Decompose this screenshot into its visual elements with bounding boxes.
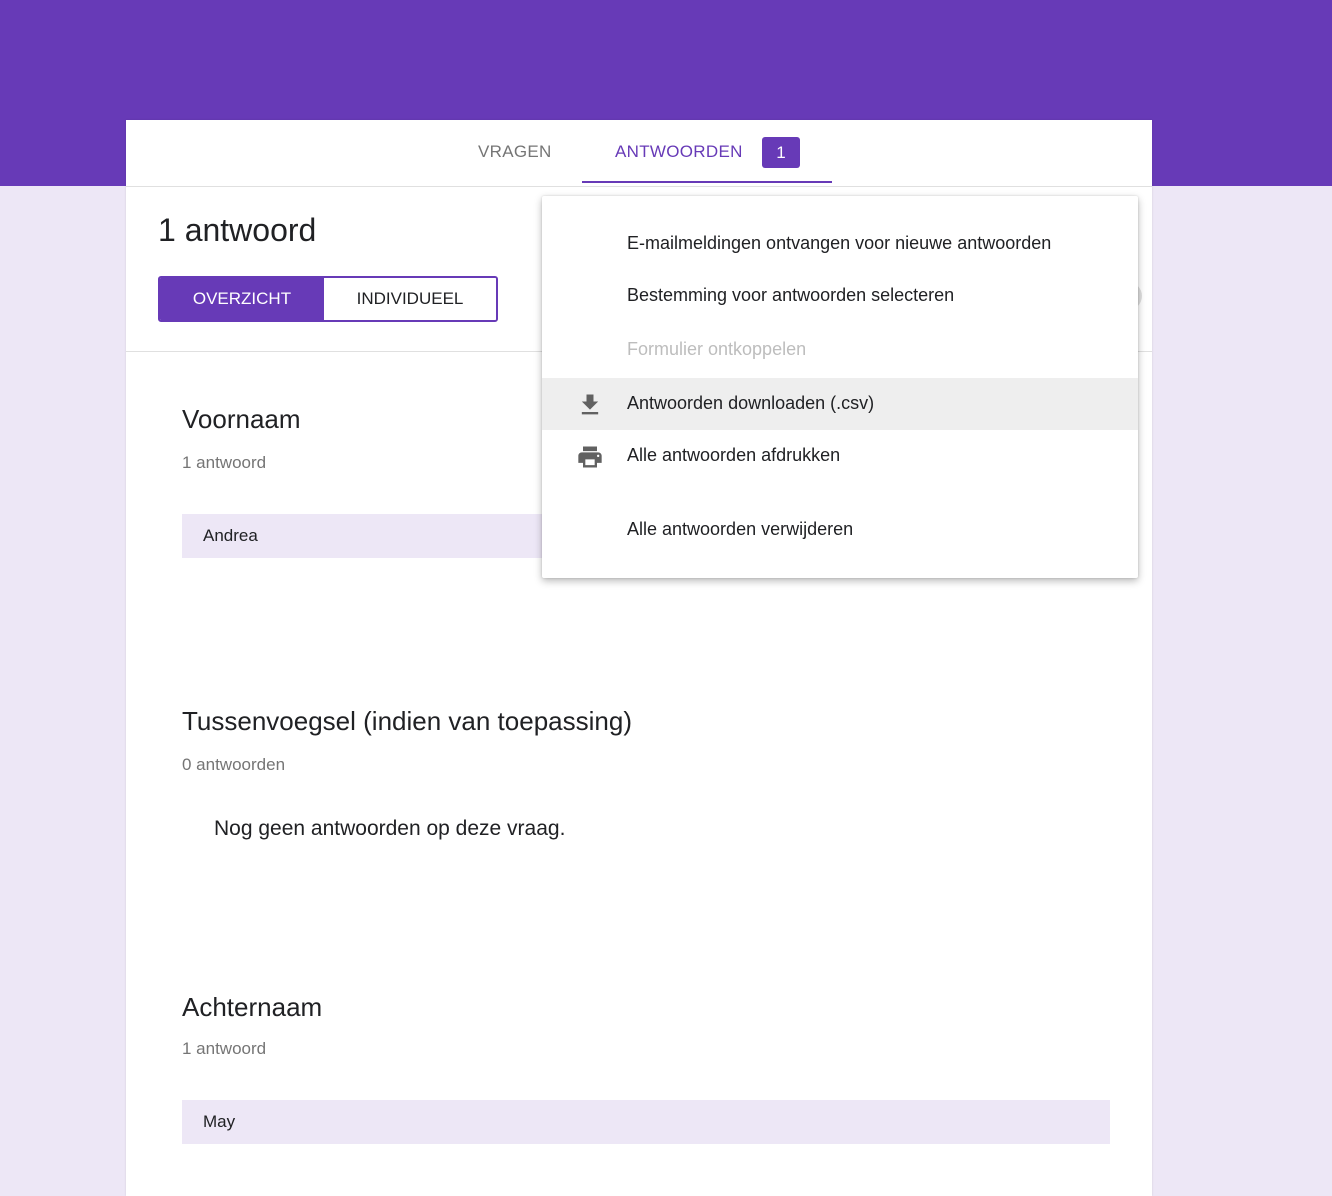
menu-item-unlink-form: Formulier ontkoppelen	[542, 324, 1138, 376]
menu-item-email-notifications[interactable]: E-mailmeldingen ontvangen voor nieuwe an…	[542, 218, 1138, 270]
question-title: Voornaam	[182, 404, 301, 434]
menu-item-download-csv[interactable]: Antwoorden downloaden (.csv)	[542, 378, 1138, 430]
no-answers-message: Nog geen antwoorden op deze vraag.	[214, 817, 566, 840]
menu-item-delete-all[interactable]: Alle antwoorden verwijderen	[542, 504, 1138, 556]
response-count-title: 1 antwoord	[158, 212, 317, 248]
active-tab-indicator	[582, 181, 832, 183]
download-icon	[576, 391, 604, 419]
question-title: Tussenvoegsel (indien van toepassing)	[182, 706, 632, 736]
answer-text: May	[203, 1112, 236, 1131]
tab-responses[interactable]: ANTWOORDEN	[615, 142, 743, 162]
form-tabs: VRAGEN ANTWOORDEN 1	[126, 120, 1152, 187]
menu-item-select-destination[interactable]: Bestemming voor antwoorden selecteren	[542, 270, 1138, 322]
question-title: Achternaam	[182, 992, 323, 1022]
menu-item-print-all[interactable]: Alle antwoorden afdrukken	[542, 430, 1138, 482]
tab-questions[interactable]: VRAGEN	[478, 142, 552, 162]
menu-item-label: Alle antwoorden afdrukken	[627, 445, 841, 465]
individual-view-button[interactable]: INDIVIDUEEL	[324, 278, 496, 320]
menu-item-label: Formulier ontkoppelen	[627, 339, 807, 359]
menu-item-label: Bestemming voor antwoorden selecteren	[627, 285, 955, 305]
view-toggle: OVERZICHT INDIVIDUEEL	[158, 276, 498, 322]
menu-item-label: E-mailmeldingen ontvangen voor nieuwe an…	[627, 233, 1052, 253]
summary-view-button[interactable]: OVERZICHT	[160, 278, 324, 320]
answer-text: Andrea	[203, 526, 258, 545]
menu-item-label: Antwoorden downloaden (.csv)	[627, 393, 875, 413]
question-response-count: 0 antwoorden	[182, 755, 286, 774]
print-icon	[576, 443, 604, 471]
menu-item-label: Alle antwoorden verwijderen	[627, 519, 854, 539]
answer-item: May	[182, 1100, 1110, 1144]
question-response-count: 1 antwoord	[182, 1039, 267, 1058]
question-response-count: 1 antwoord	[182, 453, 267, 472]
responses-options-menu: E-mailmeldingen ontvangen voor nieuwe an…	[542, 196, 1138, 578]
responses-count-badge: 1	[762, 137, 800, 168]
